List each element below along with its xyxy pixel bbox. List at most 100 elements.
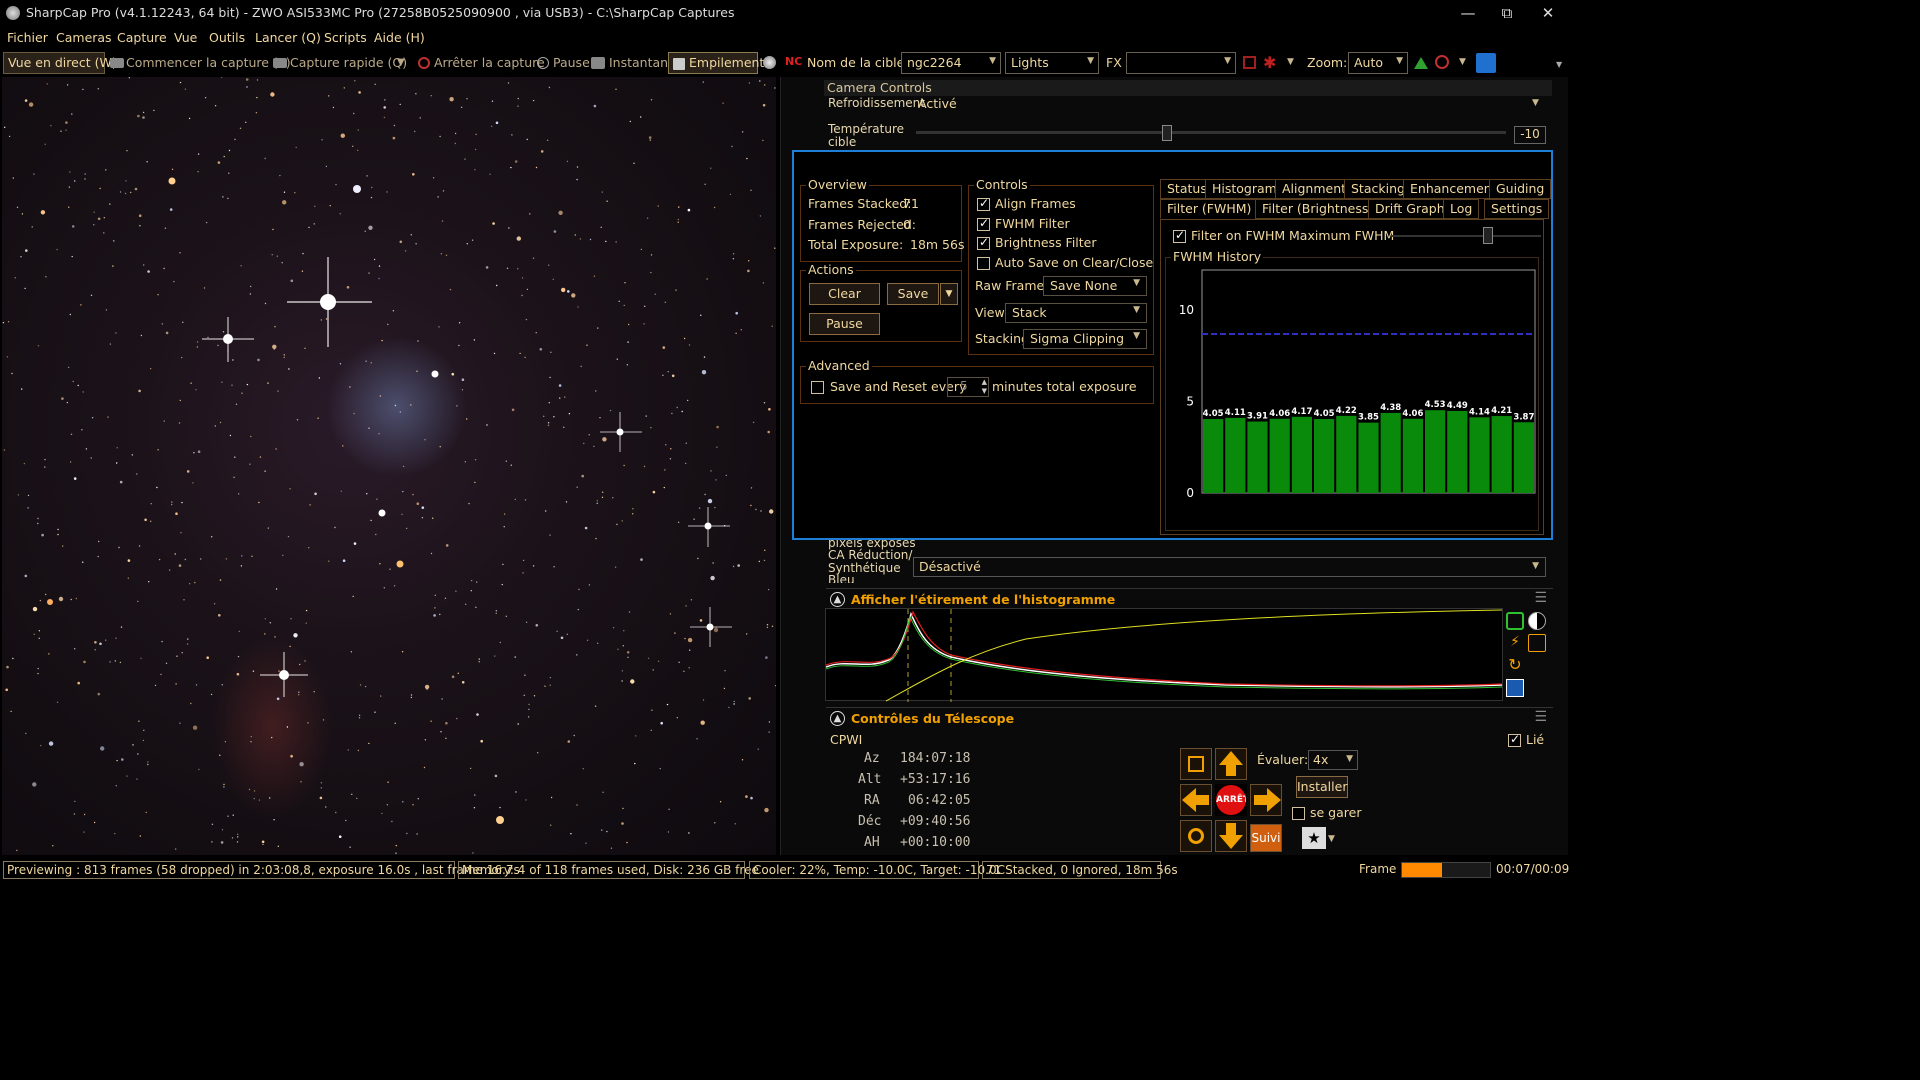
align-frames-checkbox[interactable] — [977, 196, 990, 211]
east-arrow-icon[interactable] — [1250, 784, 1282, 816]
focus-icon[interactable] — [1435, 55, 1449, 69]
zoom-combo[interactable]: Auto ▼ — [1348, 52, 1408, 74]
minimize-button[interactable]: — — [1452, 3, 1484, 23]
pin-icon[interactable] — [1476, 53, 1496, 73]
telescope-section-header[interactable]: ▲ Contrôles du Télescope ☰ — [826, 707, 1553, 729]
start-capture-button[interactable]: Commencer la capture (S) — [126, 55, 291, 70]
tab-log[interactable]: Log — [1443, 199, 1480, 219]
tab-filter-brightness[interactable]: Filter (Brightness) — [1255, 199, 1381, 219]
star-icon[interactable]: ★ — [1302, 827, 1326, 849]
tab-drift-graph[interactable]: Drift Graph — [1368, 199, 1452, 219]
menu-aide[interactable]: Aide (H) — [374, 30, 425, 45]
collapse-icon[interactable]: ▲ — [830, 592, 845, 607]
auto-stretch-icon[interactable] — [1506, 612, 1524, 630]
chevron-down-icon[interactable]: ▼ — [1287, 57, 1294, 67]
pause-stack-button[interactable]: Pause — [809, 313, 880, 335]
star — [703, 356, 706, 358]
star — [449, 97, 454, 102]
goto-icon[interactable] — [1180, 748, 1212, 780]
pause-button[interactable]: Pause — [553, 55, 590, 70]
target-icon[interactable] — [1180, 820, 1212, 852]
south-arrow-icon[interactable] — [1215, 820, 1247, 852]
preview-image[interactable] — [2, 77, 776, 855]
menu-scripts[interactable]: Scripts — [324, 30, 367, 45]
chevron-down-icon[interactable]: ▼ — [397, 57, 405, 68]
frame-progress-fill — [1402, 863, 1442, 877]
cooling-value[interactable]: Activé — [918, 96, 957, 111]
roi-icon[interactable] — [1243, 56, 1256, 69]
north-arrow-icon[interactable] — [1215, 748, 1247, 780]
tab-settings[interactable]: Settings — [1484, 199, 1550, 219]
raw-frames-combo[interactable]: Save None ▼ — [1043, 276, 1147, 296]
menu-vue[interactable]: Vue — [174, 30, 197, 45]
reset-icon[interactable]: ↻ — [1506, 656, 1524, 674]
close-button[interactable]: ✕ — [1532, 3, 1564, 23]
maximum-fwhm-slider-track[interactable] — [1391, 235, 1541, 237]
star — [410, 696, 413, 699]
menu-fichier[interactable]: Fichier — [7, 30, 48, 45]
maximum-fwhm-slider-thumb[interactable] — [1483, 227, 1493, 244]
quick-capture-button[interactable]: Capture rapide (Q) — [290, 55, 407, 70]
tab-alignment[interactable]: Alignment — [1275, 179, 1354, 199]
tab-histogram[interactable]: Histogram — [1205, 179, 1284, 199]
star — [521, 277, 524, 279]
bolt-icon[interactable]: ⚡ — [1506, 634, 1524, 652]
reticle-icon[interactable]: ✱ — [1263, 53, 1276, 72]
star — [627, 656, 629, 658]
clear-button[interactable]: Clear — [809, 283, 880, 305]
save-reset-checkbox[interactable] — [811, 381, 824, 394]
snapshot-button[interactable]: Instantané — [609, 55, 676, 70]
fx-combo[interactable]: ▼ — [1126, 52, 1236, 74]
park-checkbox[interactable] — [1292, 807, 1305, 820]
chevron-down-icon[interactable]: ▼ — [1328, 834, 1335, 844]
collapse-icon[interactable]: ▲ — [830, 711, 845, 726]
menu-outils[interactable]: Outils — [209, 30, 245, 45]
lock-icon[interactable] — [1528, 634, 1546, 652]
menu-cameras[interactable]: Cameras — [56, 30, 112, 45]
menu-capture[interactable]: Capture — [117, 30, 167, 45]
histogram-section-header[interactable]: ▲ Afficher l'étirement de l'histogramme … — [826, 588, 1553, 610]
install-button[interactable]: Installer — [1296, 776, 1348, 798]
evaluate-combo[interactable]: 4x ▼ — [1308, 750, 1358, 770]
menu-icon[interactable]: ☰ — [1534, 590, 1547, 606]
tab-stacking[interactable]: Stacking — [1344, 179, 1412, 199]
histogram-plot[interactable] — [825, 608, 1503, 702]
star — [359, 684, 362, 686]
stop-capture-button[interactable]: Arrêter la capture — [434, 55, 545, 70]
target-name-combo[interactable]: ngc2264 ▼ — [901, 52, 1001, 74]
view-combo[interactable]: Stack ▼ — [1005, 303, 1147, 323]
live-view-button[interactable]: Vue en direct (W) — [3, 52, 117, 74]
overflow-icon[interactable]: ▼ — [1556, 60, 1562, 69]
menu-lancer[interactable]: Lancer (Q) — [255, 30, 321, 45]
star — [683, 337, 686, 340]
save-dropdown-icon[interactable]: ▼ — [940, 283, 958, 305]
target-temp-value[interactable]: -10 — [1514, 126, 1546, 144]
stacking-mode-combo[interactable]: Sigma Clipping ▼ — [1023, 329, 1147, 349]
tab-filter-fwhm[interactable]: Filter (FWHM) — [1160, 199, 1259, 219]
star — [596, 502, 598, 504]
contrast-icon[interactable] — [1528, 612, 1546, 630]
fwhm-filter-checkbox[interactable] — [977, 216, 990, 231]
histogram-icon[interactable] — [1414, 57, 1428, 69]
filter-on-fwhm-checkbox[interactable] — [1173, 228, 1186, 243]
save-button[interactable]: Save — [887, 283, 939, 305]
star — [561, 287, 566, 293]
sphere-icon[interactable] — [763, 56, 776, 69]
save-icon[interactable] — [1506, 679, 1524, 697]
west-arrow-icon[interactable] — [1180, 784, 1212, 816]
chevron-down-icon[interactable]: ▼ — [1532, 98, 1539, 108]
linked-checkbox[interactable] — [1508, 732, 1521, 747]
chevron-down-icon[interactable]: ▼ — [1459, 57, 1466, 67]
target-temp-slider-thumb[interactable] — [1162, 125, 1172, 141]
frame-type-combo[interactable]: Lights ▼ — [1005, 52, 1099, 74]
tab-guiding[interactable]: Guiding — [1489, 179, 1552, 199]
stop-button[interactable]: ARRÊTE — [1215, 784, 1247, 816]
auto-save-checkbox[interactable] — [977, 257, 990, 270]
save-reset-stepper[interactable]: 5 ▲ ▼ — [947, 377, 989, 397]
menu-icon[interactable]: ☰ — [1534, 709, 1547, 725]
brightness-filter-checkbox[interactable] — [977, 235, 990, 250]
synthetic-combo[interactable]: Désactivé ▼ — [913, 557, 1546, 577]
target-temp-slider-track[interactable] — [916, 131, 1506, 134]
track-button[interactable]: Suivi — [1250, 824, 1282, 852]
maximize-button[interactable]: ⧉ — [1491, 3, 1523, 23]
